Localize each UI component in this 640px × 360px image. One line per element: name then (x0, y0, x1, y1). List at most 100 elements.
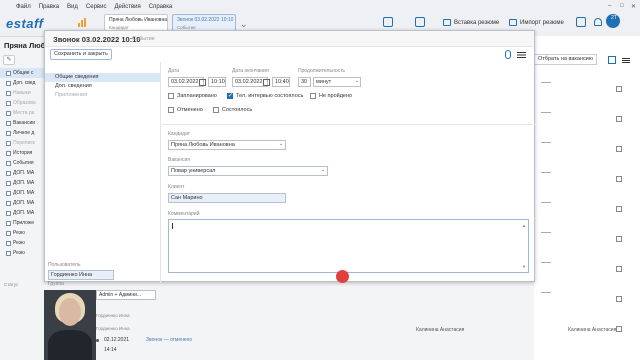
checkbox-planned[interactable]: Запланировано (168, 93, 217, 99)
dialog-title: Звонок 03.02.2022 10:10 (53, 35, 141, 44)
sidebar-item[interactable]: Общие с (0, 68, 44, 78)
client-field[interactable]: Сан Марино (168, 193, 286, 203)
import-resume-button[interactable]: Импорт резюме (509, 19, 564, 26)
sidebar-item[interactable]: ДОП. МА (0, 188, 44, 198)
menu-item[interactable]: Файл (16, 4, 31, 10)
menu-item[interactable]: Действия (114, 4, 140, 10)
text-caret (172, 223, 173, 229)
scroll-down-icon[interactable]: ▼ (522, 264, 526, 269)
chevron-down-icon: ⌄ (355, 78, 360, 84)
insert-resume-button[interactable]: Вставка резюме (443, 19, 499, 26)
select-vacancy-button[interactable]: Отбрать на вакансию (534, 54, 597, 65)
sidebar-item-label: ДОП. МА (13, 170, 35, 176)
sidebar-item[interactable]: Вакансии (0, 118, 44, 128)
duration-input[interactable]: 30 (298, 77, 311, 87)
sidebar-item[interactable]: Навыки (0, 88, 44, 98)
duration-unit-select[interactable]: минут (313, 77, 361, 87)
time-input[interactable]: 10:10 (208, 77, 226, 87)
sidebar-item-label: Приложе (13, 220, 34, 226)
sidebar-item[interactable]: Личное д (0, 128, 44, 138)
checkbox-not-passed[interactable]: Не пройдено (310, 93, 352, 99)
row-checkbox[interactable] (616, 146, 622, 152)
refresh-icon[interactable] (576, 17, 586, 27)
menu-item[interactable]: Справка (149, 4, 173, 10)
checkbox-took-place[interactable]: Состоялось (213, 107, 252, 113)
end-time-input[interactable]: 10:40 (272, 77, 290, 87)
checkbox-box (227, 92, 233, 99)
row-checkbox[interactable] (616, 296, 622, 302)
sidebar-item[interactable]: ДОП. МА (0, 168, 44, 178)
menu-icon[interactable] (622, 58, 630, 59)
client-label: Клиент (168, 184, 185, 190)
checkbox-cancelled[interactable]: Отменено (168, 107, 203, 113)
sidebar-item[interactable]: Места ра (0, 108, 44, 118)
sidebar-item-attachments[interactable]: Приложения (45, 91, 160, 100)
date-label: Дата (168, 68, 180, 74)
section-icon (6, 140, 11, 146)
menu-item[interactable]: Вид (67, 4, 78, 10)
sidebar-item[interactable]: Переписк (0, 138, 44, 148)
logo-bars-icon (78, 18, 88, 27)
dialog-menu-icon[interactable] (517, 52, 526, 53)
row-checkbox[interactable] (616, 206, 622, 212)
sidebar-item-label: ДОП. МА (13, 190, 35, 196)
attachment-icon[interactable] (608, 56, 616, 64)
attachment-icon[interactable] (505, 50, 511, 59)
row-dash (541, 292, 551, 293)
event-link[interactable]: Звонок — отменено (146, 337, 192, 343)
section-icon (6, 210, 11, 216)
comment-textarea[interactable]: ▲ ▼ (168, 219, 529, 273)
scroll-up-icon[interactable]: ▲ (522, 223, 526, 228)
sidebar-item-label: ДОП. МА (13, 200, 35, 206)
section-icon (6, 250, 11, 256)
section-icon (6, 190, 11, 196)
sidebar-item[interactable]: ДОП. МА (0, 208, 44, 218)
section-icon (6, 90, 11, 96)
tabs-overflow-chevron-icon[interactable]: ⌄ (240, 19, 248, 30)
sidebar-item[interactable]: Приложе (0, 218, 44, 228)
row-checkbox[interactable] (616, 116, 622, 122)
sidebar-item-extra[interactable]: Доп. сведения (45, 82, 160, 91)
row-checkbox[interactable] (616, 266, 622, 272)
calendar-icon[interactable] (199, 79, 206, 86)
close-icon[interactable]: ✕ (631, 3, 636, 10)
event-row[interactable]: 02.12.2021 Звонок — отменено (96, 337, 192, 343)
edit-pencil-icon[interactable]: ✎ (3, 55, 15, 65)
sidebar-item[interactable]: ДОП. МА (0, 198, 44, 208)
author-tag: Гордиенко Инна (96, 313, 130, 318)
sidebar-item-label: Личное д (13, 130, 35, 136)
notifications-icon[interactable] (594, 18, 602, 26)
minimize-icon[interactable]: – (608, 3, 611, 9)
sidebar-item[interactable]: Доп. свед (0, 78, 44, 88)
sidebar-item[interactable]: Резю (0, 228, 44, 238)
sidebar-item[interactable]: История (0, 148, 44, 158)
menu-item[interactable]: Правка (39, 4, 59, 10)
person-body (48, 330, 92, 360)
checkbox-phone-interview[interactable]: Тел. интервью состоялось (227, 92, 303, 99)
sidebar-item[interactable]: Резю (0, 248, 44, 258)
vacancy-select[interactable]: Повар универсал (168, 166, 328, 176)
menu-item[interactable]: Сервис (86, 4, 107, 10)
author-tag: Гордиенко Инна (96, 326, 130, 331)
sidebar-item[interactable]: Резю (0, 238, 44, 248)
row-checkbox[interactable] (616, 326, 622, 332)
calendar-icon[interactable] (415, 17, 425, 27)
section-icon (6, 170, 11, 176)
sidebar-item-general[interactable]: Общие сведения (45, 73, 160, 82)
group-field[interactable]: Admin + Админи... (96, 290, 156, 300)
maximize-icon[interactable]: □ (620, 3, 624, 9)
row-checkbox[interactable] (616, 86, 622, 92)
new-document-icon[interactable] (383, 17, 393, 27)
sidebar-item[interactable]: Образова (0, 98, 44, 108)
row-checkbox[interactable] (616, 236, 622, 242)
row-dash (541, 262, 551, 263)
candidate-select[interactable]: Пряна Любовь Ивановна (168, 140, 286, 150)
user-field[interactable]: Гордиенко Инна (48, 270, 114, 280)
calendar-icon[interactable] (263, 79, 270, 86)
save-and-close-button[interactable]: Сохранить и закрыть (50, 49, 112, 60)
mouse-cursor-highlight (336, 270, 349, 283)
row-checkbox[interactable] (616, 176, 622, 182)
sidebar-item[interactable]: ДОП. МА (0, 178, 44, 188)
sidebar-item[interactable]: События (0, 158, 44, 168)
row-author: Калинина Анастасия (568, 327, 617, 333)
